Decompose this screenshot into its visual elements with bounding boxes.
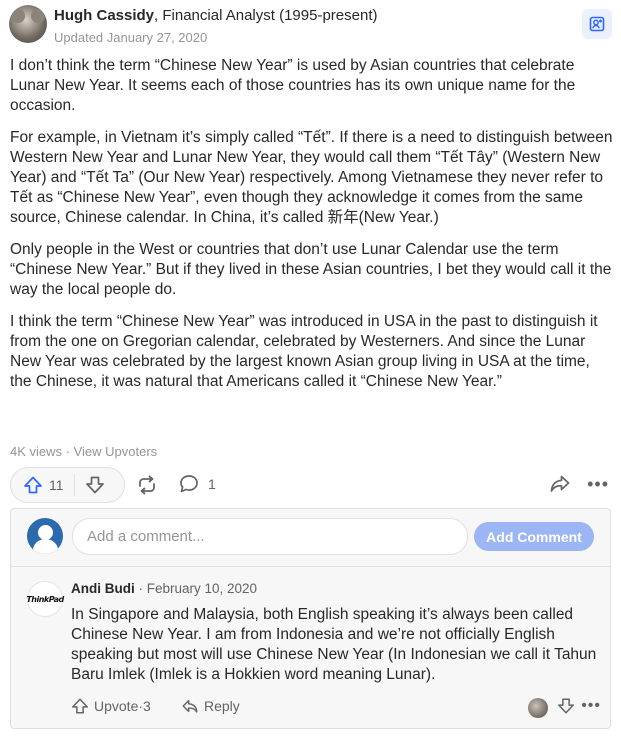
- answer-body: I don’t think the term “Chinese New Year…: [10, 56, 613, 404]
- comment-header: Andi Budi · February 10, 2020: [71, 581, 257, 596]
- more-options-button[interactable]: •••: [587, 475, 609, 493]
- comment-reply-label: Reply: [204, 698, 240, 714]
- comment-actions: Upvote · 3 Reply •••: [71, 697, 601, 719]
- downvote-arrow-icon: [85, 476, 104, 494]
- action-bar: 11 1 •••: [10, 467, 613, 503]
- meta-separator: ·: [62, 444, 74, 459]
- vote-pill: 11: [10, 467, 125, 503]
- upvote-arrow-icon: [24, 476, 42, 494]
- view-count: 4K views: [10, 444, 63, 459]
- view-upvoters-link[interactable]: View Upvoters: [74, 444, 158, 459]
- share-button[interactable]: [135, 473, 159, 502]
- comment-upvote-count: 3: [143, 698, 151, 714]
- downvote-button[interactable]: [75, 468, 105, 502]
- reply-arrow-icon: [182, 699, 198, 713]
- share-arrow-icon: [550, 475, 570, 492]
- thinkpad-avatar[interactable]: ThinkPad: [26, 581, 64, 617]
- reshare-icon: [139, 475, 155, 495]
- comment-separator: ·: [134, 581, 147, 596]
- answer-paragraph: I don’t think the term “Chinese New Year…: [10, 57, 576, 114]
- comment-button[interactable]: 1: [178, 473, 216, 495]
- comment-author[interactable]: Andi Budi: [71, 581, 135, 596]
- answer-paragraph: I think the term “Chinese New Year” was …: [10, 313, 598, 390]
- comment-date[interactable]: February 10, 2020: [147, 581, 257, 596]
- upvote-count: 11: [49, 477, 64, 493]
- upvoter-avatar[interactable]: [528, 698, 548, 718]
- comment-count: 1: [208, 476, 216, 492]
- add-comment-row: Add Comment: [11, 509, 610, 567]
- comment-item: ThinkPad Andi Budi · February 10, 2020 I…: [11, 569, 610, 729]
- follow-user-icon: [589, 16, 605, 32]
- author-line: Hugh Cassidy, Financial Analyst (1995-pr…: [54, 7, 377, 24]
- comment-text: In Singapore and Malaysia, both English …: [71, 606, 597, 683]
- author-name[interactable]: Hugh Cassidy: [54, 7, 154, 24]
- answer-header: Hugh Cassidy, Financial Analyst (1995-pr…: [9, 5, 612, 49]
- follow-button[interactable]: [582, 9, 612, 39]
- add-comment-input[interactable]: [72, 518, 468, 555]
- add-comment-button[interactable]: Add Comment: [474, 522, 594, 551]
- answer-paragraph: For example, in Vietnam it’s simply call…: [10, 129, 613, 226]
- comments-section: Add Comment ThinkPad Andi Budi · Februar…: [10, 508, 611, 729]
- upvote-arrow-icon: [72, 698, 88, 714]
- author-credential: , Financial Analyst (1995-present): [154, 7, 378, 24]
- downvote-arrow-icon: [558, 698, 574, 714]
- current-user-avatar: [27, 518, 63, 554]
- answer-paragraph: Only people in the West or countries tha…: [10, 241, 612, 298]
- answer-meta: 4K views · View Upvoters: [10, 444, 157, 459]
- comment-bubble-icon: [180, 475, 198, 493]
- author-avatar[interactable]: [9, 5, 47, 43]
- comment-downvote-button[interactable]: [557, 697, 575, 718]
- updated-date[interactable]: Updated January 27, 2020: [54, 30, 207, 45]
- comment-upvote-label: Upvote: [94, 698, 139, 714]
- share-forward-button[interactable]: [549, 473, 571, 500]
- upvote-button[interactable]: 11: [11, 468, 74, 502]
- comment-reply-button[interactable]: Reply: [181, 697, 240, 715]
- comment-more-button[interactable]: •••: [581, 698, 601, 714]
- comment-upvote-button[interactable]: Upvote · 3: [71, 697, 151, 715]
